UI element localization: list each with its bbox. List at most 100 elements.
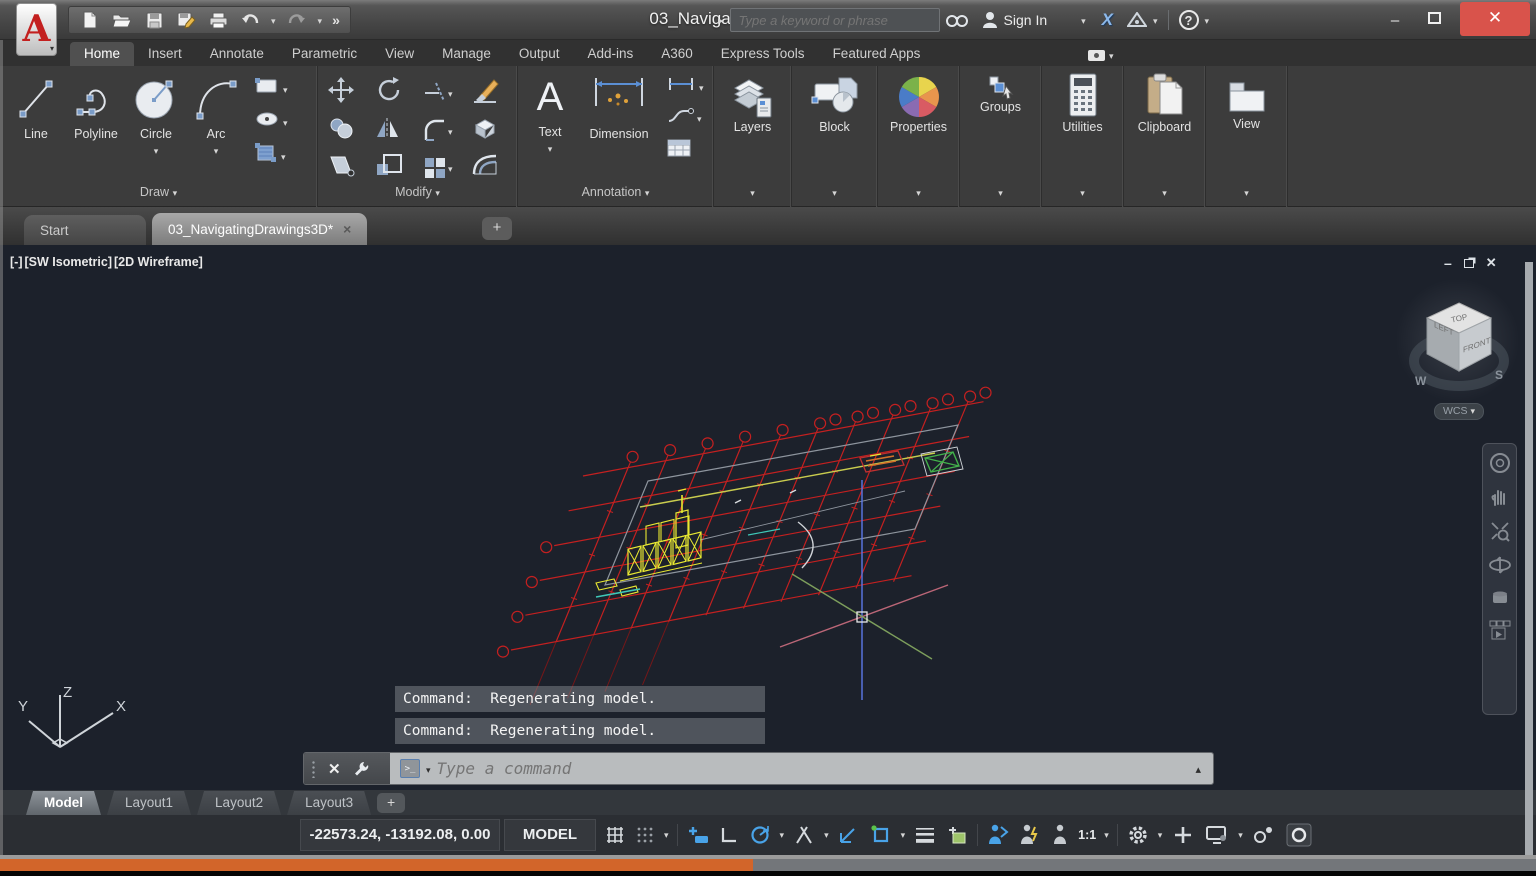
command-input-area[interactable]: >_	[390, 753, 1213, 784]
search-button[interactable]	[946, 12, 968, 28]
tab-manage[interactable]: Manage	[428, 42, 505, 66]
erase-button[interactable]	[470, 76, 518, 109]
a360-dropdown[interactable]	[1153, 11, 1158, 29]
redo-dropdown[interactable]	[318, 11, 323, 29]
scrollbar[interactable]	[1525, 262, 1533, 855]
tab-annotate[interactable]: Annotate	[196, 42, 278, 66]
selection-cycling-toggle[interactable]	[941, 819, 973, 851]
hatch-dropdown[interactable]	[281, 147, 286, 165]
text-dropdown[interactable]	[548, 139, 553, 157]
workspace-dropdown[interactable]	[1154, 819, 1167, 851]
annotation-monitor-plus[interactable]	[1166, 819, 1200, 851]
zoom-extents-icon[interactable]	[1489, 520, 1511, 542]
tab-home[interactable]: Home	[70, 42, 134, 66]
model-space[interactable]	[0, 245, 1536, 790]
offset-button[interactable]	[470, 152, 518, 183]
isometric-dropdown[interactable]	[820, 819, 833, 851]
tab-add-ins[interactable]: Add-ins	[573, 42, 647, 66]
customize-wrench-icon[interactable]	[353, 760, 370, 777]
ribbon-display-toggle[interactable]	[1088, 46, 1114, 64]
leader-dropdown[interactable]	[697, 109, 702, 127]
sign-in-dropdown[interactable]	[1081, 11, 1086, 29]
recent-commands-icon[interactable]: >_	[400, 759, 420, 778]
object-snap-tracking-toggle[interactable]	[833, 819, 865, 851]
application-menu-button[interactable]: A ▾	[16, 3, 57, 56]
clean-screen-button[interactable]	[1281, 819, 1317, 851]
rotate-button[interactable]	[374, 76, 422, 109]
window-minimize-button[interactable]: –	[1386, 12, 1404, 29]
orbit-icon[interactable]	[1488, 555, 1512, 575]
block-panel-caret[interactable]	[832, 185, 837, 199]
layout-tab-layout1[interactable]: Layout1	[107, 791, 191, 815]
layers-panel-caret[interactable]	[750, 185, 755, 199]
panel-utilities[interactable]: Utilities	[1042, 66, 1124, 207]
navigation-wheel-icon[interactable]	[1489, 452, 1511, 474]
rectangle-dropdown[interactable]	[283, 80, 288, 98]
hatch-button[interactable]	[254, 142, 278, 169]
fillet-dropdown[interactable]	[448, 122, 453, 140]
trim-dropdown[interactable]	[448, 84, 453, 102]
save-as-button[interactable]	[175, 9, 197, 31]
new-file-button[interactable]	[79, 9, 101, 31]
undo-dropdown[interactable]	[271, 11, 276, 29]
file-tab-active-drawing[interactable]: 03_NavigatingDrawings3D* ×	[152, 213, 367, 245]
isometric-drafting-toggle[interactable]	[788, 819, 820, 851]
command-line-close-button[interactable]: ✕	[328, 760, 341, 778]
panel-groups[interactable]: Groups	[960, 66, 1042, 207]
copy-button[interactable]	[326, 115, 374, 146]
undo-button[interactable]	[239, 9, 261, 31]
command-line-grip[interactable]	[311, 760, 316, 778]
linear-dimension-dropdown[interactable]	[699, 78, 704, 96]
annotation-scale-value[interactable]: 1:1	[1074, 819, 1100, 851]
view-control[interactable]: [SW Isometric]	[25, 255, 113, 269]
grid-display-toggle[interactable]	[600, 819, 630, 851]
mirror-button[interactable]	[374, 115, 422, 146]
line-button[interactable]: Line	[6, 66, 66, 169]
save-button[interactable]	[143, 9, 165, 31]
qat-more-button[interactable]: »	[332, 12, 340, 28]
table-button[interactable]	[666, 138, 692, 163]
new-drawing-tab-button[interactable]: +	[482, 217, 512, 240]
object-snap-dropdown[interactable]	[897, 819, 910, 851]
circle-dropdown[interactable]	[154, 141, 159, 159]
help-dropdown[interactable]	[1205, 11, 1210, 29]
array-button[interactable]	[422, 152, 470, 183]
fillet-button[interactable]	[422, 115, 470, 146]
a360-icon[interactable]	[1127, 12, 1147, 28]
panel-block[interactable]: Block	[792, 66, 878, 207]
drawing-minimize-button[interactable]: –	[1444, 255, 1452, 271]
tab-express-tools[interactable]: Express Tools	[707, 42, 819, 66]
tab-output[interactable]: Output	[505, 42, 574, 66]
leader-button[interactable]	[666, 106, 694, 129]
recent-commands-caret[interactable]	[426, 760, 431, 778]
groups-panel-caret[interactable]	[998, 185, 1003, 199]
layout-tab-layout3[interactable]: Layout3	[287, 791, 371, 815]
snap-dropdown[interactable]	[660, 819, 673, 851]
dynamic-input-toggle[interactable]	[682, 819, 714, 851]
layout-tab-model[interactable]: Model	[26, 791, 101, 815]
file-tab-close-button[interactable]: ×	[343, 221, 351, 237]
plot-button[interactable]	[207, 9, 229, 31]
tab-featured-apps[interactable]: Featured Apps	[819, 42, 935, 66]
draw-panel-title[interactable]: Draw	[0, 185, 317, 205]
drawing-restore-button[interactable]	[1464, 259, 1474, 268]
motion-thumbnails-icon[interactable]	[1488, 619, 1512, 641]
arc-button[interactable]: Arc	[186, 66, 246, 169]
hardware-acceleration-button[interactable]	[1200, 819, 1234, 851]
pan-hand-icon[interactable]	[1490, 487, 1510, 507]
clipboard-panel-caret[interactable]	[1162, 185, 1167, 199]
sign-in-button[interactable]: Sign In	[1004, 12, 1048, 28]
redo-button[interactable]	[286, 9, 308, 31]
dimension-button[interactable]: Dimension	[576, 66, 662, 163]
polar-dropdown[interactable]	[776, 819, 789, 851]
new-layout-button[interactable]: +	[377, 793, 405, 813]
command-expand-caret[interactable]	[1195, 760, 1201, 778]
scale-button[interactable]	[374, 152, 422, 183]
modify-panel-title[interactable]: Modify	[318, 185, 517, 205]
visual-style-control[interactable]: [2D Wireframe]	[114, 255, 203, 269]
viewcube[interactable]: W S TOP LEFT FRONT	[1407, 285, 1511, 401]
explode-button[interactable]	[470, 115, 518, 146]
utilities-panel-caret[interactable]	[1080, 185, 1085, 199]
move-button[interactable]	[326, 76, 374, 109]
snap-mode-toggle[interactable]	[630, 819, 660, 851]
